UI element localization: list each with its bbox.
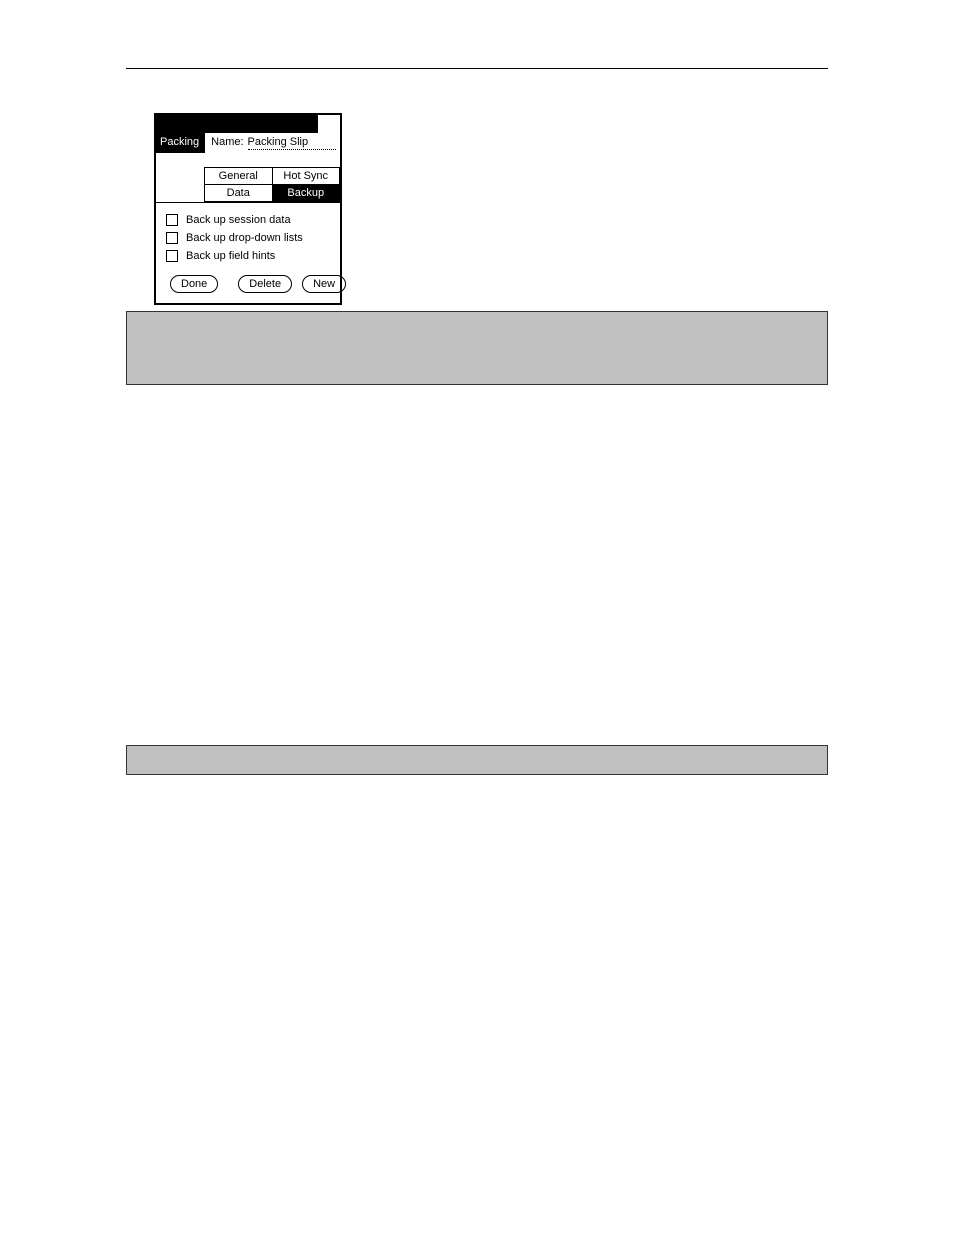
callout-box-2 [126,745,828,775]
new-button[interactable]: New [302,275,346,293]
done-button[interactable]: Done [170,275,218,293]
checkbox-label-dropdowns: Back up drop-down lists [186,231,303,245]
tab-hotsync[interactable]: Hot Sync [273,167,341,184]
tab-backup[interactable]: Backup [273,184,341,202]
sidebar-tab-packing[interactable]: Packing [156,133,205,153]
header-rule [126,68,828,69]
checkbox-dropdowns[interactable] [166,232,178,244]
name-label: Name: [211,135,243,149]
palm-window: Packing Name: Packing Slip General Hot S… [154,113,342,305]
checkbox-hints[interactable] [166,250,178,262]
tab-data[interactable]: Data [205,184,273,202]
tab-general[interactable]: General [205,167,273,184]
tabs: General Hot Sync Data Backup [204,167,340,202]
callout-box-1 [126,311,828,385]
delete-button[interactable]: Delete [238,275,292,293]
checkbox-session[interactable] [166,214,178,226]
checkbox-label-hints: Back up field hints [186,249,275,263]
titlebar-corner [316,115,340,133]
name-field[interactable]: Packing Slip [248,135,336,150]
palm-title-bar [156,115,340,133]
checkbox-label-session: Back up session data [186,213,291,227]
